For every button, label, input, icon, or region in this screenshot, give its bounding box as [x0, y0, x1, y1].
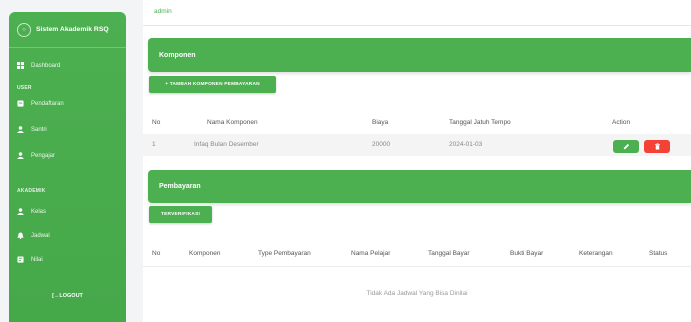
komponen-title: Komponen: [159, 51, 196, 59]
col-header-no: No: [152, 119, 161, 126]
col-header-biaya: Biaya: [372, 119, 389, 126]
user-icon: [17, 208, 24, 215]
sidebar-item-santri[interactable]: Santri: [17, 126, 47, 133]
table-divider: [143, 266, 691, 267]
col-header-action: Action: [612, 119, 631, 126]
sidebar-item-label: Kelas: [31, 208, 47, 215]
sidebar: ○ Sistem Akademik RSQ Dashboard USER Pen…: [9, 12, 126, 322]
sidebar-item-nilai[interactable]: Nilai: [17, 256, 43, 263]
pembayaran-header: Pembayaran: [148, 170, 691, 203]
delete-button[interactable]: [644, 140, 670, 153]
grade-icon: [17, 256, 24, 263]
sidebar-item-label: Pendaftaran: [31, 100, 64, 107]
col-header-bukti-bayar: Bukti Bayar: [510, 250, 544, 257]
sidebar-brand[interactable]: ○ Sistem Akademik RSQ: [9, 12, 126, 48]
komponen-header: Komponen: [148, 38, 691, 72]
top-bar: admin: [143, 0, 691, 26]
col-header-tanggal-bayar: Tanggal Bayar: [428, 250, 470, 257]
col-header-nama-komponen: Nama Komponen: [207, 119, 258, 126]
pembayaran-title: Pembayaran: [159, 183, 201, 190]
pembayaran-panel: Pembayaran TERVERIFIKASI: [143, 160, 691, 322]
cell-biaya: 20000: [372, 141, 391, 148]
col-header-type-pembayaran: Type Pembayaran: [258, 250, 311, 257]
dashboard-icon: [17, 62, 24, 69]
col-header-no: No: [152, 250, 161, 257]
trash-icon: [654, 143, 660, 150]
sidebar-item-label: Pengajar: [31, 152, 56, 159]
col-header-keterangan: Keterangan: [579, 250, 613, 257]
col-header-tanggal-jatuh-tempo: Tanggal Jatuh Tempo: [449, 119, 511, 126]
sidebar-item-jadwal[interactable]: Jadwal: [17, 232, 50, 239]
edit-icon: [623, 143, 629, 150]
sidebar-item-kelas[interactable]: Kelas: [17, 208, 46, 215]
sidebar-item-dashboard[interactable]: Dashboard: [17, 62, 60, 69]
sidebar-item-pendaftaran[interactable]: Pendaftaran: [17, 100, 64, 107]
sidebar-item-label: Dashboard: [31, 62, 61, 69]
col-header-status: Status: [649, 250, 668, 257]
col-header-nama-pelajar: Nama Pelajar: [351, 250, 391, 257]
sidebar-item-label: Jadwal: [31, 232, 50, 239]
col-header-komponen: Komponen: [189, 250, 221, 257]
edit-button[interactable]: [613, 140, 639, 153]
sidebar-item-pengajar[interactable]: Pengajar: [17, 152, 55, 159]
sidebar-item-label: Nilai: [31, 256, 43, 263]
sidebar-item-label: Santri: [31, 126, 47, 133]
cell-nama-komponen: Infaq Bulan Desember: [194, 141, 259, 148]
brand-logo-icon: ○: [17, 22, 31, 37]
logout-button[interactable]: [→LOGOUT: [9, 293, 126, 299]
user-name[interactable]: admin: [154, 8, 172, 15]
cell-tanggal: 2024-01-03: [449, 141, 483, 148]
clipboard-icon: [17, 100, 24, 107]
cell-no: 1: [152, 141, 156, 148]
section-user-heading: USER: [17, 85, 32, 91]
section-akademik-heading: AKADEMIK: [17, 188, 46, 194]
user-icon: [17, 152, 24, 159]
add-komponen-button[interactable]: + TAMBAH KOMPONEN PEMBAYARAN: [149, 76, 276, 93]
empty-state-text: Tidak Ada Jadwal Yang Bisa Dinilai: [366, 290, 468, 297]
bell-icon: [17, 232, 24, 239]
filter-terverifikasi-button[interactable]: TERVERIFIKASI: [149, 206, 212, 223]
brand-title: Sistem Akademik RSQ: [36, 26, 109, 33]
user-icon: [17, 126, 24, 133]
